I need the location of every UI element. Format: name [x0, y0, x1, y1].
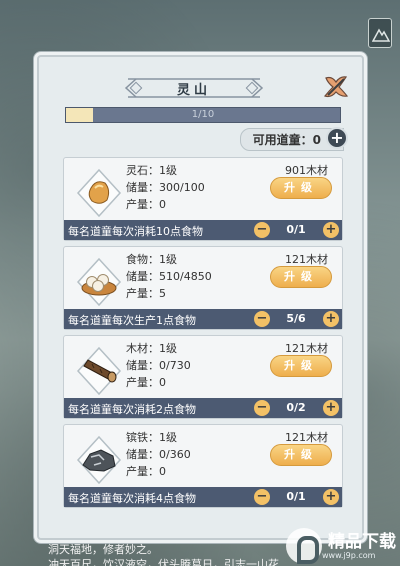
add-worker-button[interactable]: +	[323, 311, 339, 327]
worker-effect-text: 每名道童每次消耗2点食物	[68, 403, 196, 416]
worker-effect-text: 每名道童每次生产1点食物	[68, 314, 196, 327]
resource-storage: 储量：0/360	[126, 448, 191, 461]
add-worker-button[interactable]: +	[326, 127, 348, 149]
resource-name-level: 食物：1级	[126, 253, 177, 266]
resource-output: 产量：0	[126, 465, 166, 478]
panel-title: 灵山	[176, 83, 211, 98]
worker-effect-text: 每名道童每次消耗10点食物	[68, 225, 203, 238]
assigned-workers: 0/1	[286, 223, 306, 236]
watermark-name: 精品下载	[328, 531, 396, 552]
assigned-workers: 5/6	[286, 312, 306, 325]
resource-name-level: 木材：1级	[126, 342, 177, 355]
remove-worker-button[interactable]: −	[254, 311, 270, 327]
resource-output: 产量：5	[126, 287, 166, 300]
available-workers: 可用道童：0 +	[239, 127, 348, 151]
worker-bar: 每名道童每次生产1点食物 − 5/6 +	[64, 309, 342, 329]
resource-output: 产量：0	[126, 198, 166, 211]
resource-info: 镔铁：1级 储量：0/360 产量：0	[126, 429, 191, 480]
corner-menu-button[interactable]	[368, 18, 392, 48]
upgrade-button[interactable]: 升级	[270, 177, 332, 199]
upgrade-cost: 121木材	[285, 253, 328, 266]
upgrade-cost: 121木材	[285, 431, 328, 444]
spirit-stone-icon	[74, 168, 124, 218]
upgrade-cost: 121木材	[285, 342, 328, 355]
resource-info: 食物：1级 储量：510/4850 产量：5	[126, 251, 212, 302]
title-banner: 灵山	[122, 75, 266, 101]
resource-info: 木材：1级 储量：0/730 产量：0	[126, 340, 191, 391]
upgrade-cost: 901木材	[285, 164, 328, 177]
resource-storage: 储量：510/4850	[126, 270, 212, 283]
assigned-workers: 0/1	[286, 490, 306, 503]
add-worker-button[interactable]: +	[323, 400, 339, 416]
workers-label-text: 可用道童：	[252, 132, 313, 147]
watermark-logo-icon	[286, 528, 322, 564]
worker-bar: 每名道童每次消耗10点食物 − 0/1 +	[64, 220, 342, 240]
mountain-icon	[372, 28, 390, 42]
iron-ore-icon	[74, 435, 124, 485]
watermark-text: 精品下载 www.j9p.com	[322, 533, 396, 560]
workers-count: 0	[312, 132, 321, 147]
resource-info: 灵石：1级 储量：300/100 产量：0	[126, 162, 205, 213]
resource-storage: 储量：0/730	[126, 359, 191, 372]
resource-card-iron: 镔铁：1级 储量：0/360 产量：0 121木材 升级 每名道童每次消耗4点食…	[63, 424, 343, 508]
wood-log-icon	[74, 346, 124, 396]
watermark-url: www.j9p.com	[322, 550, 376, 560]
resource-card-wood: 木材：1级 储量：0/730 产量：0 121木材 升级 每名道童每次消耗2点食…	[63, 335, 343, 419]
level-progress-bar: 1/10	[65, 107, 341, 123]
close-button[interactable]	[322, 73, 350, 101]
assigned-workers: 0/2	[286, 401, 306, 414]
progress-text: 1/10	[191, 109, 215, 120]
upgrade-button[interactable]: 升级	[270, 355, 332, 377]
upgrade-button[interactable]: 升级	[270, 444, 332, 466]
resource-output: 产量：0	[126, 376, 166, 389]
resource-name-level: 镔铁：1级	[126, 431, 177, 444]
resource-storage: 储量：300/100	[126, 181, 205, 194]
add-worker-button[interactable]: +	[323, 222, 339, 238]
add-worker-button[interactable]: +	[323, 489, 339, 505]
food-steamer-icon	[74, 257, 124, 307]
upgrade-button[interactable]: 升级	[270, 266, 332, 288]
site-watermark: 精品下载 www.j9p.com	[286, 528, 396, 564]
worker-effect-text: 每名道童每次消耗4点食物	[68, 492, 196, 505]
spirit-mountain-panel: 灵山 1/10 可用道童：0 + 灵石：1级 储量：300/100 产量：0 9…	[37, 55, 364, 540]
worker-bar: 每名道童每次消耗4点食物 − 0/1 +	[64, 487, 342, 507]
resource-card-spirit-stone: 灵石：1级 储量：300/100 产量：0 901木材 升级 每名道童每次消耗1…	[63, 157, 343, 241]
remove-worker-button[interactable]: −	[254, 489, 270, 505]
remove-worker-button[interactable]: −	[254, 400, 270, 416]
resource-card-food: 食物：1级 储量：510/4850 产量：5 121木材 升级 每名道童每次生产…	[63, 246, 343, 330]
close-icon	[323, 76, 349, 98]
remove-worker-button[interactable]: −	[254, 222, 270, 238]
worker-bar: 每名道童每次消耗2点食物 − 0/2 +	[64, 398, 342, 418]
resource-name-level: 灵石：1级	[126, 164, 177, 177]
